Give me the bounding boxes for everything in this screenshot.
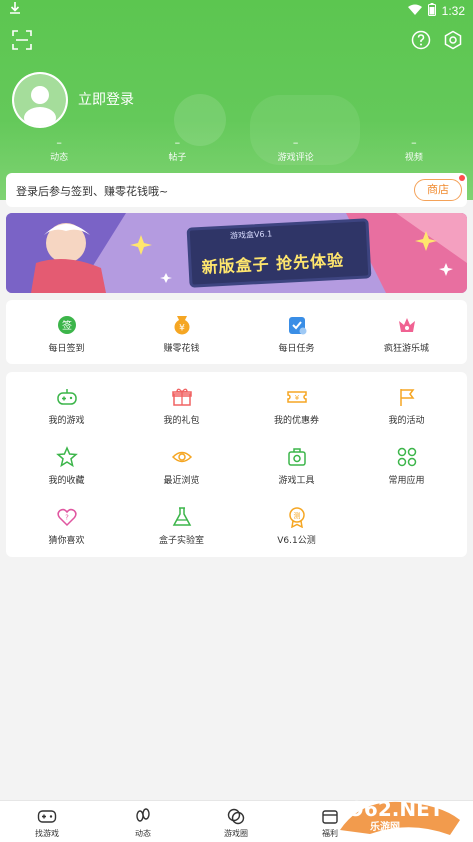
menu-label: 常用应用 <box>388 476 425 486</box>
checkin-icon: 签 <box>56 314 78 336</box>
banner-screen: 游戏盒V6.1 新版盒子 抢先体验 <box>186 218 372 288</box>
crown-icon <box>396 314 418 336</box>
menu-recent-views[interactable]: 最近浏览 <box>124 446 239 486</box>
checkin-button[interactable]: 签 每日签到 <box>9 314 124 354</box>
heart-question-icon: ? <box>56 506 78 528</box>
profile-header: 1:32 立即登录 – 动态 – 帖子 – 游戏评论 – 视频 <box>0 0 473 200</box>
login-link[interactable]: 立即登录 <box>78 89 134 109</box>
daily-task-button[interactable]: 每日任务 <box>239 314 354 354</box>
menu-my-games[interactable]: 我的游戏 <box>9 386 124 426</box>
svg-text:?: ? <box>65 514 69 522</box>
user-stats: – 动态 – 帖子 – 游戏评论 – 视频 <box>0 136 473 163</box>
notice-text: 登录后参与签到、赚零花钱哦~ <box>16 185 169 198</box>
stat-value: – <box>411 136 417 149</box>
svg-text:签: 签 <box>62 319 72 332</box>
shop-badge-dot <box>459 175 465 181</box>
star-icon <box>55 446 78 468</box>
stat-posts[interactable]: – 帖子 <box>118 136 236 163</box>
menu-label: 我的活动 <box>388 416 425 426</box>
nav-label: 游戏圈 <box>224 829 248 838</box>
banner-title: 新版盒子 抢先体验 <box>201 250 345 278</box>
nav-game-circle[interactable]: 游戏圈 <box>189 806 283 839</box>
stat-value: – <box>56 136 62 149</box>
stat-label: 游戏评论 <box>277 153 314 163</box>
toolbox-icon <box>286 446 308 468</box>
stat-label: 动态 <box>50 153 69 163</box>
nav-find-games[interactable]: 找游戏 <box>0 806 94 839</box>
quick-action-label: 疯狂游乐城 <box>383 344 429 354</box>
status-bar: 1:32 <box>0 0 473 22</box>
menu-label: 盒子实验室 <box>158 536 204 546</box>
svg-text:¥: ¥ <box>294 394 299 402</box>
shop-button[interactable]: 商店 <box>414 179 462 201</box>
earn-money-button[interactable]: ¥ 赚零花钱 <box>124 314 239 354</box>
footprint-icon <box>133 806 153 826</box>
stat-reviews[interactable]: – 游戏评论 <box>237 136 355 163</box>
menu-label: V6.1公测 <box>277 536 316 546</box>
menu-guess-you-like[interactable]: ? 猜你喜欢 <box>9 506 124 546</box>
banner-version: 游戏盒V6.1 <box>229 229 273 241</box>
quick-action-label: 赚零花钱 <box>163 344 200 354</box>
eye-icon <box>171 446 193 468</box>
coin-icon: ¥ <box>171 314 193 336</box>
badge-icon: 测 <box>286 506 308 529</box>
task-icon <box>286 314 308 336</box>
stat-videos[interactable]: – 视频 <box>355 136 473 163</box>
menu-my-activities[interactable]: 我的活动 <box>349 386 464 426</box>
settings-icon[interactable] <box>443 30 463 54</box>
wifi-icon <box>407 4 422 18</box>
nav-label: 找游戏 <box>35 829 59 838</box>
stat-moments[interactable]: – 动态 <box>0 136 118 163</box>
quick-actions-panel: 签 每日签到 ¥ 赚零花钱 每日任务 疯狂游乐城 <box>6 300 467 364</box>
stat-value: – <box>292 136 299 149</box>
gift-icon <box>171 386 193 408</box>
svg-text:测: 测 <box>293 512 300 520</box>
help-icon[interactable] <box>411 30 431 54</box>
gamepad-icon <box>56 386 78 408</box>
menu-label: 游戏工具 <box>278 476 315 486</box>
status-time: 1:32 <box>441 4 465 18</box>
menu-v61-beta[interactable]: 测 V6.1公测 <box>239 506 354 546</box>
scan-icon[interactable] <box>12 30 32 54</box>
menu-label: 猜你喜欢 <box>48 536 85 546</box>
default-avatar-icon <box>14 74 66 126</box>
my-menu-panel: 我的游戏 我的礼包 ¥ 我的优惠券 我的活动 我的收藏 最近浏览 游戏工具 常用… <box>6 372 467 557</box>
nav-label: 动态 <box>135 829 151 838</box>
menu-my-gifts[interactable]: 我的礼包 <box>124 386 239 426</box>
download-icon <box>10 2 20 17</box>
flask-icon <box>171 506 193 528</box>
nav-moments[interactable]: 动态 <box>96 806 190 839</box>
coupon-icon: ¥ <box>286 386 308 408</box>
stat-label: 视频 <box>404 153 423 163</box>
avatar[interactable] <box>12 72 68 128</box>
menu-label: 我的优惠券 <box>273 416 319 426</box>
battery-icon <box>427 3 436 19</box>
quick-action-label: 每日任务 <box>278 344 315 354</box>
menu-common-apps[interactable]: 常用应用 <box>349 446 464 486</box>
menu-label: 我的礼包 <box>163 416 200 426</box>
stat-label: 帖子 <box>168 153 187 163</box>
quick-action-label: 每日签到 <box>48 344 85 354</box>
menu-my-coupons[interactable]: ¥ 我的优惠券 <box>239 386 354 426</box>
menu-label: 最近浏览 <box>163 476 200 486</box>
svg-text:¥: ¥ <box>179 324 185 334</box>
login-notice-bar[interactable]: 登录后参与签到、赚零花钱哦~ 商店 <box>6 173 467 207</box>
gamepad-icon <box>37 806 57 826</box>
flag-icon <box>396 386 418 408</box>
site-watermark-logo: 962.NET <box>340 797 460 835</box>
amusement-city-button[interactable]: 疯狂游乐城 <box>349 314 464 354</box>
stat-value: – <box>174 136 181 149</box>
menu-label: 我的游戏 <box>48 416 85 426</box>
menu-label: 我的收藏 <box>48 476 85 486</box>
promo-banner[interactable]: 游戏盒V6.1 新版盒子 抢先体验 <box>6 213 467 293</box>
circle-link-icon <box>226 806 246 826</box>
menu-game-tools[interactable]: 游戏工具 <box>239 446 354 486</box>
menu-my-favorites[interactable]: 我的收藏 <box>9 446 124 486</box>
apps-icon <box>396 446 418 468</box>
watermark-subtext: 乐游网 <box>370 822 400 833</box>
menu-box-lab[interactable]: 盒子实验室 <box>124 506 239 546</box>
